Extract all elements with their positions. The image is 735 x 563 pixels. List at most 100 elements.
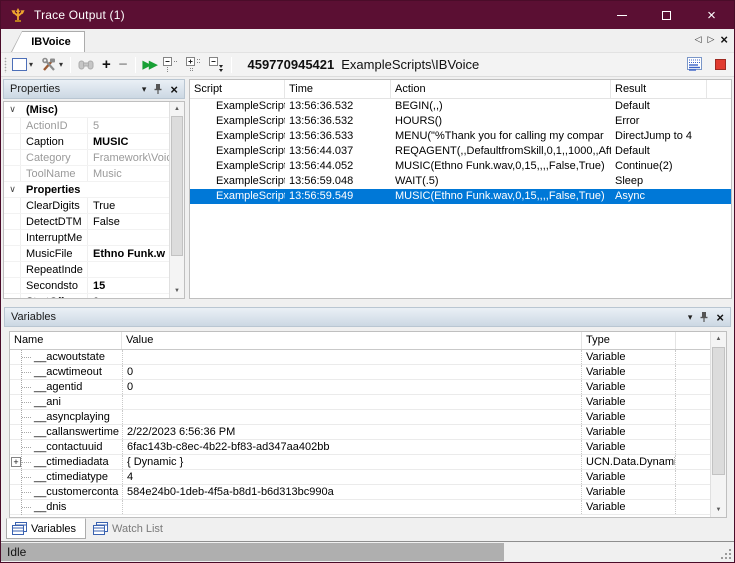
find-button-disabled[interactable] <box>76 55 96 75</box>
resize-grip[interactable] <box>720 548 732 560</box>
trace-row[interactable]: ExampleScript13:56:36.533MENU("%Thank yo… <box>190 129 731 144</box>
property-row[interactable]: ToolNameMusic <box>4 166 169 182</box>
layout-dropdown-button[interactable]: ▾ <box>10 55 35 75</box>
property-row[interactable]: MusicFileEthno Funk.w <box>4 246 169 262</box>
tab-watch-list-label: Watch List <box>112 523 163 535</box>
tab-close-button[interactable]: × <box>720 33 728 46</box>
variable-row[interactable]: __agentid0Variable <box>10 380 726 395</box>
variable-row[interactable]: __acwoutstateVariable <box>10 350 726 365</box>
scrollbar-thumb[interactable] <box>171 116 183 256</box>
variable-row[interactable]: __contactuuid6fac143b-c8ec-4b22-bf83-ad3… <box>10 440 726 455</box>
collapse-all-button[interactable] <box>207 55 226 75</box>
tab-scroll-right-button[interactable]: ▷ <box>707 34 714 45</box>
property-category-row[interactable]: ∨(Misc) <box>4 102 169 118</box>
scroll-down-icon[interactable]: ▼ <box>711 503 726 517</box>
watch-list-grid-icon <box>93 522 108 535</box>
variables-panel-title: Variables <box>11 311 56 323</box>
pin-icon[interactable] <box>153 83 163 95</box>
property-row[interactable]: ActionID5 <box>4 118 169 134</box>
expand-plus-icon[interactable]: + <box>11 457 21 467</box>
variables-panel-header: Variables ▾ × <box>4 307 731 327</box>
variable-row[interactable]: __acwtimeout0Variable <box>10 365 726 380</box>
column-header-name[interactable]: Name <box>10 332 122 349</box>
chevron-down-icon: ▾ <box>29 60 33 69</box>
properties-scrollbar[interactable]: ▲ ▼ <box>169 102 184 298</box>
panel-close-button[interactable]: × <box>716 311 724 324</box>
property-row[interactable]: CategoryFramework\Voic <box>4 150 169 166</box>
variables-grid: Name Value Type __acwoutstateVariable __… <box>9 331 727 518</box>
column-header-value[interactable]: Value <box>122 332 582 349</box>
variable-row[interactable]: __asyncplayingVariable <box>10 410 726 425</box>
variable-row[interactable]: __callanswertime2/22/2023 6:56:36 PMVari… <box>10 425 726 440</box>
tab-ibvoice[interactable]: IBVoice <box>11 31 85 52</box>
property-category-row[interactable]: ∨Properties <box>4 182 169 198</box>
scroll-up-icon[interactable]: ▲ <box>170 102 184 116</box>
column-header-type[interactable]: Type <box>582 332 676 349</box>
variable-row-expandable[interactable]: +__ctimediadata{ Dynamic }UCN.Data.Dynam… <box>10 455 726 470</box>
properties-grid: ∨(Misc) ActionID5 CaptionMUSIC CategoryF… <box>3 101 185 299</box>
status-text: Idle <box>1 545 26 559</box>
column-header-time[interactable]: Time <box>285 80 391 98</box>
tab-scroll-left-button[interactable]: ◁ <box>695 34 702 45</box>
property-row[interactable]: RepeatInde <box>4 262 169 278</box>
toolbar-grip[interactable] <box>3 57 8 73</box>
minimize-button[interactable] <box>599 1 644 29</box>
property-row[interactable]: InterruptMe <box>4 230 169 246</box>
column-header-action[interactable]: Action <box>391 80 611 98</box>
column-header-script[interactable]: Script <box>190 80 285 98</box>
add-button[interactable]: + <box>100 55 113 75</box>
panel-close-button[interactable]: × <box>170 83 178 96</box>
remove-button[interactable]: − <box>117 55 130 75</box>
window-title: Trace Output (1) <box>34 8 125 22</box>
bottom-tab-strip: Variables Watch List <box>1 518 734 541</box>
property-row[interactable]: Secondsto15 <box>4 278 169 294</box>
toolbar-separator <box>70 57 71 73</box>
close-button[interactable]: × <box>689 1 734 29</box>
tab-watch-list[interactable]: Watch List <box>88 518 172 539</box>
plus-icon: + <box>102 56 111 73</box>
property-row[interactable]: ClearDigitsTrue <box>4 198 169 214</box>
document-tab-strip: IBVoice ◁ ▷ × <box>1 29 734 53</box>
tools-dropdown-button[interactable]: ▾ <box>39 55 65 75</box>
collapse-tree-button[interactable] <box>161 55 180 75</box>
trace-row-selected[interactable]: ExampleScript13:56:59.549MUSIC(Ethno Fun… <box>190 189 731 204</box>
variable-row[interactable]: __customerconta584e24b0-1deb-4f5a-b8d1-b… <box>10 485 726 500</box>
trace-row[interactable]: ExampleScript13:56:36.532HOURS()Error <box>190 114 731 129</box>
properties-panel-title: Properties <box>10 83 60 95</box>
trace-output-window: Trace Output (1) × IBVoice ◁ ▷ × ▾ <box>0 0 735 563</box>
branch-arrows-icon <box>10 7 26 23</box>
property-row[interactable]: DetectDTMFalse <box>4 214 169 230</box>
grid-view-button[interactable] <box>687 57 705 72</box>
toolbar-separator <box>231 57 232 73</box>
trace-row[interactable]: ExampleScript13:56:59.048WAIT(.5)Sleep <box>190 174 731 189</box>
minus-icon: − <box>119 56 128 73</box>
tab-variables[interactable]: Variables <box>6 518 86 539</box>
scrollbar-thumb[interactable] <box>712 347 725 475</box>
scroll-up-icon[interactable]: ▲ <box>711 332 726 346</box>
stop-button[interactable] <box>715 59 726 70</box>
properties-panel: Properties ▾ × ∨(Misc) ActionID5 Caption… <box>3 79 185 299</box>
panel-menu-button[interactable]: ▾ <box>142 84 147 95</box>
trace-row[interactable]: ExampleScript13:56:36.532BEGIN(,,)Defaul… <box>190 99 731 114</box>
chevron-expanded-icon: ∨ <box>4 102 21 117</box>
expand-tree-button[interactable] <box>184 55 203 75</box>
title-bar: Trace Output (1) × <box>1 1 734 29</box>
variables-scrollbar[interactable]: ▲ ▼ <box>710 332 726 517</box>
property-row[interactable]: StartOffs0 <box>4 294 169 298</box>
tab-variables-label: Variables <box>31 523 76 535</box>
scroll-down-icon[interactable]: ▼ <box>170 284 184 298</box>
status-bar: Idle <box>1 541 734 562</box>
variable-row[interactable]: __aniVariable <box>10 395 726 410</box>
chevron-expanded-icon: ∨ <box>4 182 21 197</box>
trace-row[interactable]: ExampleScript13:56:44.037REQAGENT(,,Defa… <box>190 144 731 159</box>
panel-menu-button[interactable]: ▾ <box>688 312 693 323</box>
variable-row[interactable]: __dnisVariable <box>10 500 726 515</box>
collapse-all-icon <box>209 57 224 72</box>
property-row[interactable]: CaptionMUSIC <box>4 134 169 150</box>
maximize-button[interactable] <box>644 1 689 29</box>
run-button[interactable]: ▶▶ <box>141 55 158 75</box>
pin-icon[interactable] <box>699 311 709 323</box>
variable-row[interactable]: __ctimediatype4Variable <box>10 470 726 485</box>
column-header-result[interactable]: Result <box>611 80 707 98</box>
trace-row[interactable]: ExampleScript13:56:44.052MUSIC(Ethno Fun… <box>190 159 731 174</box>
